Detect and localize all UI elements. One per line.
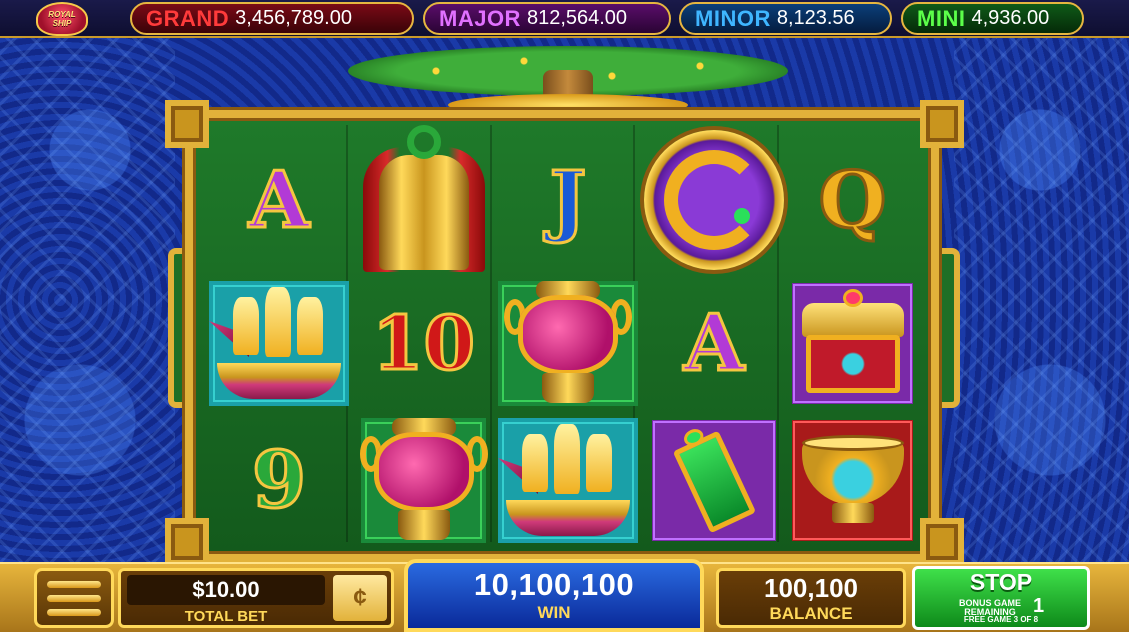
win-value: 10,100,100 xyxy=(473,567,635,602)
reel-cell xyxy=(652,420,776,541)
reel-cell: 9 xyxy=(203,412,355,549)
jackpot-major-value: 812,564.00 xyxy=(526,7,628,29)
ship-icon xyxy=(209,281,349,406)
symbol-9: 9 xyxy=(250,434,307,528)
reel-cell: A xyxy=(203,125,355,275)
jackpot-major: MAJOR 812,564.00 xyxy=(423,2,671,35)
frame-corner-top-right xyxy=(920,100,964,148)
reel-cell: 10 xyxy=(355,275,492,412)
bell-icon xyxy=(359,125,489,275)
menu-button[interactable] xyxy=(34,568,114,628)
total-bet-panel: $10.00 TOTAL BET ¢ xyxy=(118,568,394,628)
symbol-10: 10 xyxy=(371,299,477,388)
background-pattern-right xyxy=(954,38,1129,568)
jackpot-mini: MINI 4,936.00 xyxy=(901,2,1084,35)
reel-cell xyxy=(355,125,492,275)
free-game-counter: FREE GAME 3 OF 8 xyxy=(963,615,1039,624)
hamburger-icon-bar xyxy=(47,594,101,602)
balance-value: 100,100 xyxy=(764,573,858,603)
reel-cell xyxy=(498,281,638,406)
reel-cell xyxy=(792,420,913,541)
jackpot-grand: GRAND 3,456,789.00 xyxy=(130,2,414,35)
reel-cell xyxy=(792,283,913,404)
symbol-j: J xyxy=(548,153,588,247)
symbol-a: A xyxy=(247,153,311,247)
jackpot-mini-value: 4,936.00 xyxy=(971,7,1050,29)
jackpot-major-label: MAJOR xyxy=(439,5,521,31)
reel-cell: A xyxy=(644,275,784,412)
reel-grid: A J Q 10 A 9 xyxy=(203,125,921,543)
symbol-q: Q xyxy=(817,153,888,247)
bowl-icon xyxy=(798,433,908,529)
jackpot-minor-label: MINOR xyxy=(695,5,771,31)
logo-line-1: ROYAL xyxy=(48,10,76,19)
total-bet-value[interactable]: $10.00 xyxy=(127,575,325,605)
jackpot-grand-value: 3,456,789.00 xyxy=(235,7,352,29)
total-bet-label: TOTAL BET xyxy=(184,608,268,625)
win-panel: 10,100,100 WIN xyxy=(404,559,704,632)
reel-cell xyxy=(359,418,488,543)
vase-icon xyxy=(359,418,488,543)
jackpot-mini-label: MINI xyxy=(917,5,966,31)
win-label: WIN xyxy=(537,603,571,622)
ship-icon xyxy=(498,418,638,543)
frame-corner-bottom-right xyxy=(920,518,964,566)
jackpot-minor: MINOR 8,123.56 xyxy=(679,2,892,35)
hamburger-icon-bar xyxy=(47,608,101,616)
coin-icon[interactable]: ¢ xyxy=(333,575,387,621)
logo-line-2: SHIP xyxy=(52,19,72,28)
stop-button[interactable]: STOP BONUS GAME REMAINING 1 FREE GAME 3 … xyxy=(912,566,1090,630)
jade-tablet-icon xyxy=(652,416,776,545)
hamburger-icon-bar xyxy=(47,580,101,588)
jackpot-minor-value: 8,123.56 xyxy=(776,7,855,29)
reel-cell xyxy=(209,281,349,406)
stop-label: STOP xyxy=(969,569,1033,595)
balance-panel: 100,100 BALANCE xyxy=(716,568,906,628)
reel-cell: J xyxy=(492,125,644,275)
game-logo: ROYAL SHIP xyxy=(36,2,88,36)
treasure-box-icon xyxy=(798,288,908,399)
dragon-coin-icon xyxy=(644,130,784,270)
symbol-a: A xyxy=(682,297,746,391)
vase-icon xyxy=(504,281,632,406)
balance-label: BALANCE xyxy=(769,604,853,623)
jackpot-grand-label: GRAND xyxy=(146,5,230,31)
reel-cell: Q xyxy=(784,125,921,275)
money-tree-decoration xyxy=(348,40,788,116)
reel-cell xyxy=(644,125,784,275)
reel-cell xyxy=(498,418,638,543)
background-pattern-left xyxy=(0,38,175,568)
